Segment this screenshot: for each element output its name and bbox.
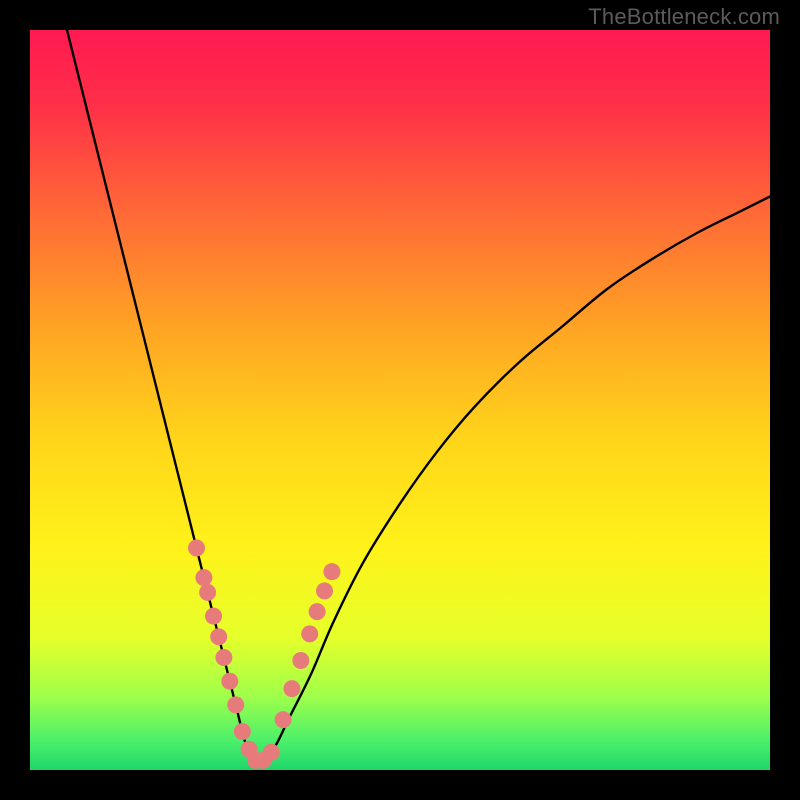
scatter-point [316,582,333,599]
scatter-point [234,723,251,740]
scatter-point [205,608,222,625]
scatter-point [301,625,318,642]
scatter-point [227,696,244,713]
scatter-point [221,673,238,690]
scatter-point [199,584,216,601]
scatter-point [195,569,212,586]
scatter-point [309,603,326,620]
watermark-text: TheBottleneck.com [588,4,780,30]
scatter-point [292,652,309,669]
chart-container: TheBottleneck.com [0,0,800,800]
scatter-point [215,649,232,666]
scatter-point [210,628,227,645]
chart-svg [30,30,770,770]
scatter-point [275,711,292,728]
gradient-background [30,30,770,770]
scatter-point [323,563,340,580]
scatter-point [283,680,300,697]
plot-area [30,30,770,770]
scatter-point [263,744,280,761]
scatter-point [188,540,205,557]
